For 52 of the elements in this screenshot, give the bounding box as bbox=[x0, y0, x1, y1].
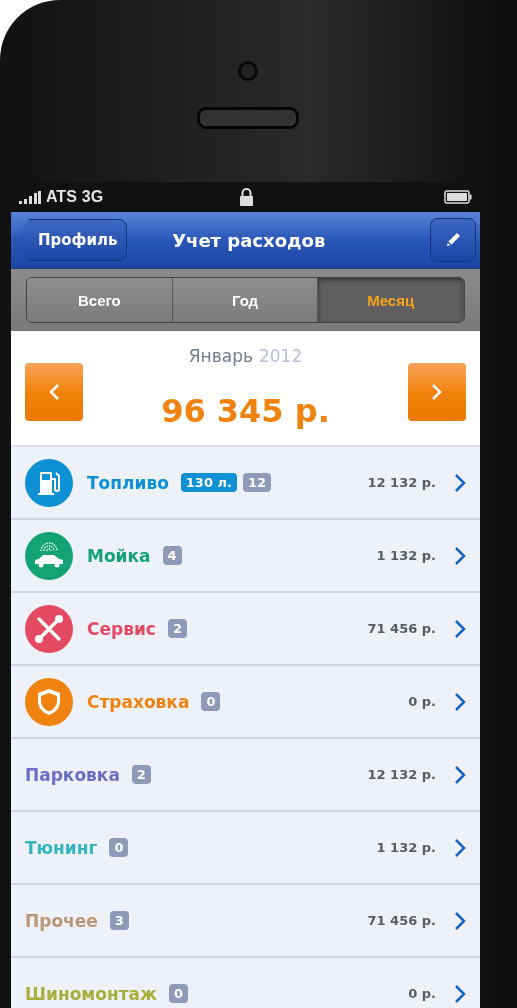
battery-icon bbox=[444, 190, 472, 204]
category-amount: 1 132 р. bbox=[376, 548, 436, 563]
chevron-right-icon bbox=[454, 545, 466, 566]
period-tab[interactable]: Месяц bbox=[318, 278, 464, 322]
chevron-left-icon bbox=[48, 383, 60, 401]
count-badge: 3 bbox=[109, 911, 129, 930]
lock-icon bbox=[239, 188, 254, 206]
count-badge: 0 bbox=[201, 692, 221, 711]
chevron-right-icon bbox=[454, 837, 466, 858]
count-badge: 2 bbox=[167, 619, 187, 638]
chevron-right-icon bbox=[454, 983, 466, 1004]
camera-icon bbox=[238, 61, 258, 81]
category-amount: 0 р. bbox=[408, 986, 436, 1001]
chevron-right-icon bbox=[454, 691, 466, 712]
carrier-name: ATS bbox=[46, 188, 77, 206]
signal-icon bbox=[19, 190, 41, 204]
edit-button[interactable] bbox=[430, 218, 476, 262]
category-name: Прочее bbox=[25, 910, 98, 931]
month-label: Январь bbox=[188, 346, 253, 366]
previous-button[interactable] bbox=[25, 363, 83, 421]
period-tab[interactable]: Год bbox=[172, 278, 319, 322]
chevron-right-icon bbox=[454, 764, 466, 785]
category-name: Сервис bbox=[87, 618, 156, 639]
volume-badge: 130 л. bbox=[180, 473, 237, 492]
chevron-right-icon bbox=[454, 618, 466, 639]
next-button[interactable] bbox=[408, 363, 466, 421]
count-badge: 2 bbox=[131, 765, 151, 784]
period-tab[interactable]: Всего bbox=[27, 278, 173, 322]
category-name: Парковка bbox=[25, 764, 120, 785]
count-badge: 0 bbox=[109, 838, 129, 857]
network-type: 3G bbox=[81, 188, 104, 206]
category-amount: 1 132 р. bbox=[376, 840, 436, 855]
count-badge: 12 bbox=[242, 473, 272, 492]
category-amount: 71 456 р. bbox=[367, 621, 436, 636]
category-amount: 0 р. bbox=[408, 694, 436, 709]
category-amount: 12 132 р. bbox=[367, 475, 436, 490]
category-amount: 12 132 р. bbox=[367, 767, 436, 782]
year-label: 2012 bbox=[258, 346, 303, 366]
back-button[interactable]: Профиль bbox=[15, 219, 128, 261]
chevron-right-icon bbox=[454, 472, 466, 493]
category-name: Тюнинг bbox=[25, 837, 98, 858]
count-badge: 0 bbox=[168, 984, 188, 1003]
category-name: Страховка bbox=[87, 691, 190, 712]
screen-title: Учет расходов bbox=[172, 229, 326, 251]
category-name: Мойка bbox=[87, 545, 151, 566]
category-name: Топливо bbox=[87, 472, 169, 493]
category-name: Шиномонтаж bbox=[25, 983, 157, 1004]
total-amount: 96 345 р. bbox=[161, 391, 330, 430]
category-amount: 71 456 р. bbox=[367, 913, 436, 928]
chevron-right-icon bbox=[431, 383, 443, 401]
chevron-right-icon bbox=[454, 910, 466, 931]
count-badge: 4 bbox=[162, 546, 182, 565]
